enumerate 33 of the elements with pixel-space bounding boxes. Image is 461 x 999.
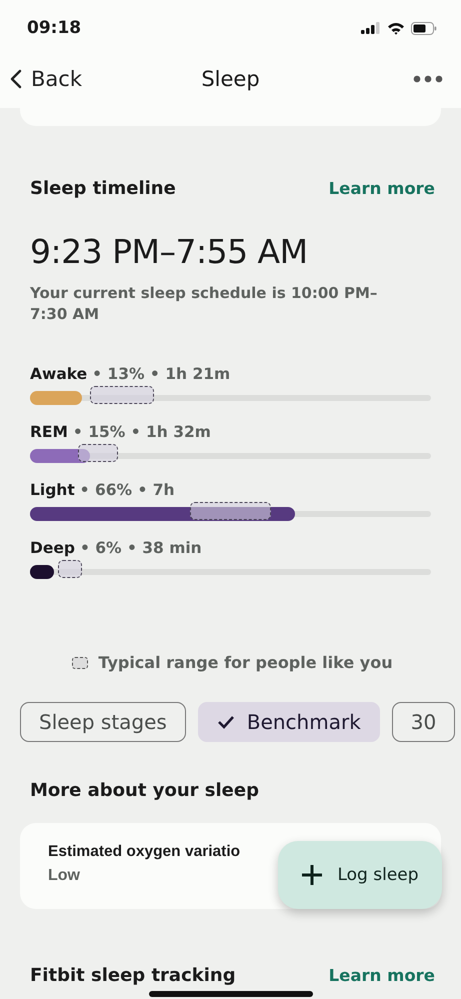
filter-chip[interactable]: Benchmark: [198, 702, 380, 742]
section-title: Fitbit sleep tracking: [30, 965, 236, 986]
stage-label: Deep • 6% • 38 min: [30, 539, 203, 557]
screen-title: Sleep: [201, 67, 260, 91]
log-sleep-button[interactable]: Log sleep: [278, 841, 442, 909]
stage-label: REM • 15% • 1h 32m: [30, 423, 212, 441]
section-title: Sleep timeline: [30, 178, 176, 199]
wifi-icon: [387, 22, 405, 34]
check-icon: [216, 715, 235, 729]
card-title: Estimated oxygen variatio: [48, 843, 240, 861]
section-title: More about your sleep: [30, 780, 260, 801]
stage-label: Awake • 13% • 1h 21m: [30, 365, 232, 383]
legend-text: Typical range for people like you: [98, 653, 393, 672]
schedule-text: Your current sleep schedule is 10:00 PM–7:30 AM: [30, 283, 378, 325]
learn-more-link[interactable]: Learn more: [328, 179, 435, 198]
typical-range-box: [78, 444, 118, 462]
status-time: 09:18: [27, 18, 82, 38]
sleep-time-range: 9:23 PM–7:55 AM: [30, 232, 309, 271]
typical-range-box: [90, 386, 154, 404]
card-value: Low: [48, 867, 80, 885]
battery-icon: [411, 22, 437, 34]
info-card[interactable]: Estimated oxygen variatio Low Log sleep: [20, 823, 441, 909]
filter-chip[interactable]: Sleep stages: [20, 702, 186, 742]
signal-icon: [361, 22, 381, 34]
typical-range-legend-icon: [72, 656, 88, 668]
more-icon[interactable]: [413, 75, 443, 83]
stage-label: Light • 66% • 7h: [30, 481, 176, 499]
chevron-left-icon: [10, 69, 22, 89]
back-button[interactable]: Back: [10, 67, 82, 91]
plus-icon: [301, 864, 324, 886]
learn-more-link[interactable]: Learn more: [328, 966, 435, 985]
typical-range-box: [58, 560, 82, 578]
filter-chip[interactable]: 30: [392, 702, 456, 742]
